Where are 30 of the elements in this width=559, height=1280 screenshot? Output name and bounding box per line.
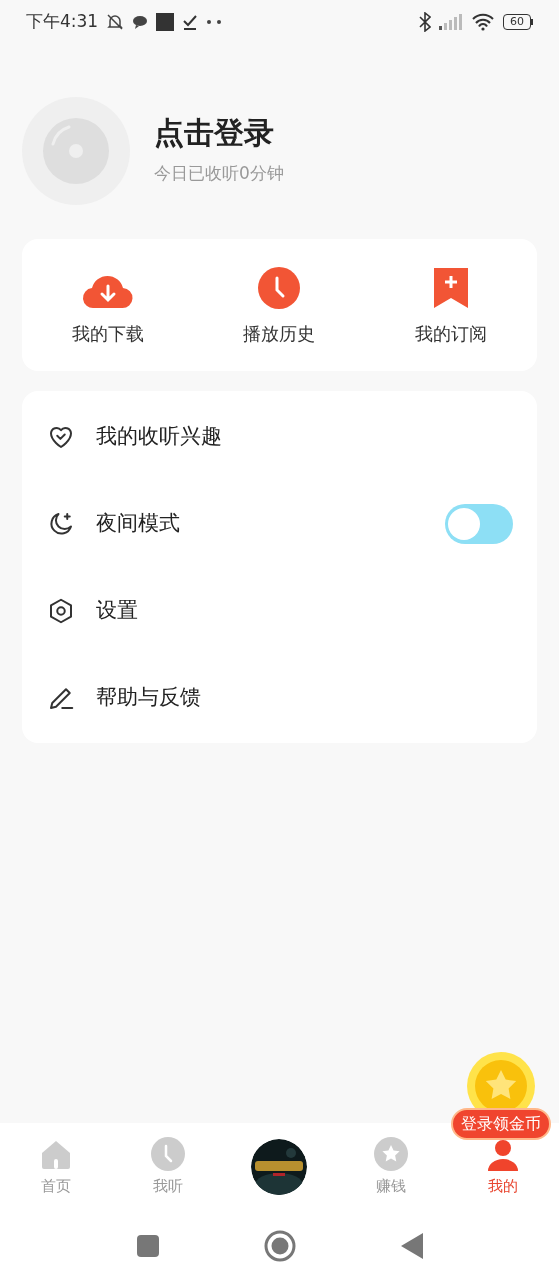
menu-item[interactable]: 我的收听兴趣 [22, 393, 537, 480]
muted-bell-icon [106, 13, 125, 31]
status-time: 下午4:31 [26, 10, 99, 34]
bookmark-plus-icon [432, 265, 471, 310]
back-icon[interactable] [400, 1232, 423, 1259]
clock-icon [150, 1136, 185, 1171]
shortcut-button[interactable]: 我的订阅 [365, 263, 537, 347]
wifi-icon [471, 13, 495, 31]
check-icon [182, 14, 199, 30]
shortcut-button[interactable]: 我的下载 [22, 263, 194, 347]
listen-time-text: 今日已收听0分钟 [154, 162, 284, 186]
menu-item[interactable]: 夜间模式 [22, 480, 537, 567]
login-coin-badge[interactable]: 登录领金币 [451, 1108, 551, 1140]
person-icon [487, 1138, 520, 1171]
cloud-download-icon [81, 273, 134, 310]
more-dots-icon [206, 19, 223, 25]
clock-icon [257, 265, 302, 310]
login-title[interactable]: 点击登录 [154, 115, 284, 152]
signal-icon [439, 14, 463, 30]
night-mode-toggle[interactable] [445, 503, 513, 544]
bluetooth-icon [419, 12, 431, 32]
home-icon [39, 1138, 72, 1171]
shortcut-button[interactable]: 播放历史 [193, 263, 366, 347]
battery-indicator: 60 [503, 14, 533, 30]
chat-icon [132, 15, 149, 29]
menu-item[interactable]: 设置 [22, 567, 537, 654]
menu-item[interactable]: 帮助与反馈 [22, 654, 537, 741]
square-icon [156, 13, 175, 31]
home-button-icon[interactable] [263, 1229, 296, 1262]
recents-icon[interactable] [136, 1234, 159, 1257]
